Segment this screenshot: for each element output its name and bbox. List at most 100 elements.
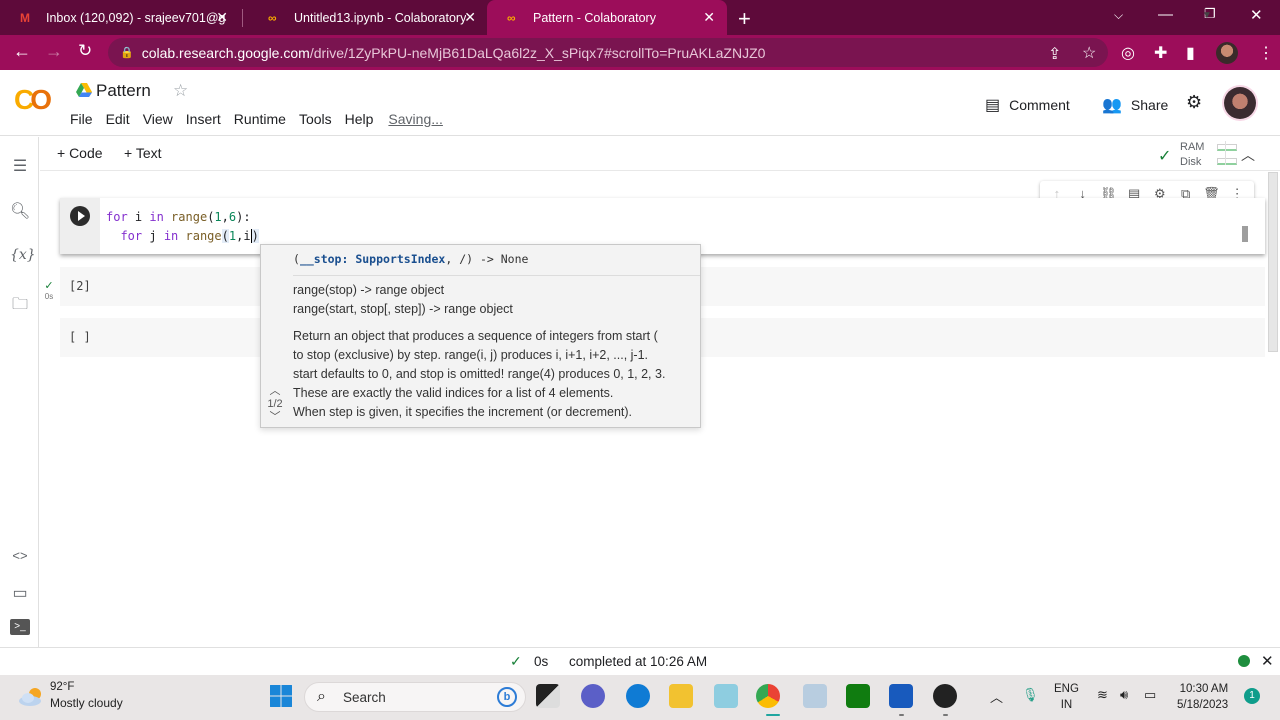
save-status[interactable]: Saving... <box>388 111 442 127</box>
app-icon[interactable] <box>714 684 738 708</box>
collapse-header-icon[interactable]: ︿ <box>1241 145 1255 165</box>
back-button[interactable]: ← <box>13 41 31 62</box>
colab-logo[interactable]: CO <box>14 84 52 116</box>
left-sidebar: ☰ 🔍︎ {x} 🗀 <> ▭ >_ <box>0 137 39 647</box>
close-window-button[interactable]: ✕ <box>1250 6 1263 24</box>
notification-badge[interactable]: 1 <box>1244 688 1260 704</box>
notebook-title[interactable]: Pattern <box>96 81 151 101</box>
menu-runtime[interactable]: Runtime <box>234 111 286 127</box>
weather-description[interactable]: Mostly cloudy <box>50 696 123 710</box>
minimize-button[interactable]: — <box>1158 6 1173 23</box>
edge-browser-icon[interactable] <box>626 684 650 708</box>
search-label: Search <box>343 690 386 705</box>
url-path: /drive/1ZyPkPU-neMjB61DaLQa6l2z_X_sPiqx7… <box>309 44 766 61</box>
tab-pattern-active[interactable]: ∞ Pattern - Colaboratory ✕ <box>487 0 727 35</box>
windows-taskbar: 92°F Mostly cloudy ⌕ Search b ︿ 🎙︎ ENG I… <box>0 675 1280 720</box>
command-palette-icon[interactable]: ▭ <box>10 583 30 603</box>
wifi-icon[interactable]: ≋ <box>1097 687 1108 703</box>
tab-gmail-inbox[interactable]: M Inbox (120,092) - srajeev701@gm ✕ <box>0 0 240 35</box>
user-avatar[interactable] <box>1224 87 1256 119</box>
volume-icon[interactable]: 🔊︎ <box>1120 687 1128 703</box>
resources-dropdown-icon[interactable]: ▼ <box>1202 10 1212 21</box>
tab-search-icon[interactable]: ⌵ <box>1114 8 1123 23</box>
chrome-menu-icon[interactable]: ⋮ <box>1258 43 1274 63</box>
weather-temperature[interactable]: 92°F <box>50 681 74 693</box>
address-bar[interactable]: 🔒 colab.research.google.com /drive/1ZyPk… <box>108 38 1108 67</box>
menu-insert[interactable]: Insert <box>186 111 221 127</box>
doc-line: These are exactly the valid indices for … <box>293 386 614 400</box>
add-code-cell-button[interactable]: + Code <box>57 145 103 161</box>
xbox-icon[interactable] <box>846 684 870 708</box>
execution-status-message: completed at 10:26 AM <box>569 654 708 669</box>
tab-untitled13[interactable]: ∞ Untitled13.ipynb - Colaboratory ✕ <box>242 0 488 35</box>
task-view-icon[interactable] <box>536 684 560 708</box>
run-duration: 0s <box>44 292 54 301</box>
obs-studio-icon[interactable] <box>933 684 957 708</box>
star-icon[interactable]: ☆ <box>173 81 188 101</box>
forward-button[interactable]: → <box>45 41 63 62</box>
prev-overload-icon[interactable]: ︿ <box>263 385 287 398</box>
table-of-contents-icon[interactable]: ☰ <box>10 156 30 176</box>
menu-help[interactable]: Help <box>345 111 374 127</box>
clock-date: 5/18/2023 <box>1177 699 1229 711</box>
bookmark-star-icon[interactable]: ☆ <box>1082 43 1096 63</box>
word-icon[interactable] <box>889 684 913 708</box>
add-text-cell-button[interactable]: + Text <box>124 145 162 161</box>
search-icon[interactable]: 🔍︎ <box>10 201 30 221</box>
taskbar-search[interactable]: ⌕ Search b <box>304 682 526 712</box>
doc-line: range(start, stop[, step]) -> range obje… <box>293 302 513 316</box>
new-tab-button[interactable]: + <box>738 6 751 32</box>
extension-target-icon[interactable]: ◎ <box>1121 43 1135 63</box>
page-scrollbar[interactable] <box>1268 172 1278 352</box>
gmail-icon: M <box>20 10 30 25</box>
code-snippets-icon[interactable]: <> <box>10 548 30 563</box>
side-panel-icon[interactable]: ▮ <box>1186 43 1195 63</box>
file-explorer-icon[interactable] <box>669 684 693 708</box>
variables-icon[interactable]: {x} <box>10 247 36 263</box>
language-indicator[interactable]: ENG IN <box>1054 681 1079 713</box>
disk-label: Disk <box>1180 156 1202 168</box>
bing-icon[interactable]: b <box>497 687 517 707</box>
reload-button[interactable]: ↻ <box>78 41 92 61</box>
share-button[interactable]: 👥 Share <box>1102 95 1168 115</box>
colab-header: CO Pattern ☆ File Edit View Insert Runti… <box>0 70 1280 136</box>
share-page-icon[interactable]: ⇪ <box>1048 44 1061 64</box>
windows-start-icon[interactable] <box>269 684 293 708</box>
close-tab-icon[interactable]: ✕ <box>703 9 715 26</box>
browser-tab-strip: M Inbox (120,092) - srajeev701@gm ✕ ∞ Un… <box>0 0 1280 35</box>
weather-cloudy-icon[interactable] <box>18 687 44 707</box>
next-overload-icon[interactable]: ﹀ <box>263 411 287 424</box>
files-folder-icon[interactable]: 🗀 <box>10 293 30 320</box>
terminal-icon[interactable]: >_ <box>10 619 30 635</box>
app-icon[interactable] <box>803 684 827 708</box>
menu-file[interactable]: File <box>70 111 93 127</box>
code-editor[interactable]: for i in range(1,6): for j in range(1,i) <box>106 208 259 246</box>
comment-button[interactable]: ▤ Comment <box>985 95 1070 115</box>
ram-usage-bar <box>1217 144 1237 151</box>
microphone-icon[interactable]: 🎙︎ <box>1022 687 1039 703</box>
close-status-icon[interactable]: ✕ <box>1261 652 1274 670</box>
menu-edit[interactable]: Edit <box>106 111 130 127</box>
resources-indicator[interactable]: ✓ RAM Disk <box>1158 140 1248 168</box>
close-tab-icon[interactable]: ✕ <box>464 9 476 26</box>
extensions-puzzle-icon[interactable]: ✚ <box>1154 43 1167 63</box>
run-cell-button[interactable] <box>70 206 90 226</box>
show-hidden-icons[interactable]: ︿ <box>990 687 1003 706</box>
system-clock[interactable]: 10:30 AM 5/18/2023 <box>1177 681 1228 713</box>
language-code: ENG <box>1054 683 1079 695</box>
menu-tools[interactable]: Tools <box>299 111 332 127</box>
close-tab-icon[interactable]: ✕ <box>216 9 228 26</box>
settings-gear-icon[interactable]: ⚙ <box>1186 92 1202 113</box>
cell-gutter <box>60 198 100 254</box>
people-icon: 👥 <box>1102 97 1122 114</box>
cell-scrollbar[interactable] <box>1242 226 1248 242</box>
profile-avatar[interactable] <box>1216 42 1238 64</box>
signature-help-tooltip: (__stop: SupportsIndex, /) -> None range… <box>260 244 701 428</box>
divider <box>1225 141 1226 165</box>
share-label: Share <box>1130 97 1169 113</box>
menu-view[interactable]: View <box>143 111 173 127</box>
teams-chat-icon[interactable] <box>581 684 605 708</box>
chrome-icon[interactable] <box>756 684 780 708</box>
code-line: for i in range(1,6): <box>106 210 251 224</box>
battery-icon[interactable]: ▭ <box>1144 687 1156 703</box>
